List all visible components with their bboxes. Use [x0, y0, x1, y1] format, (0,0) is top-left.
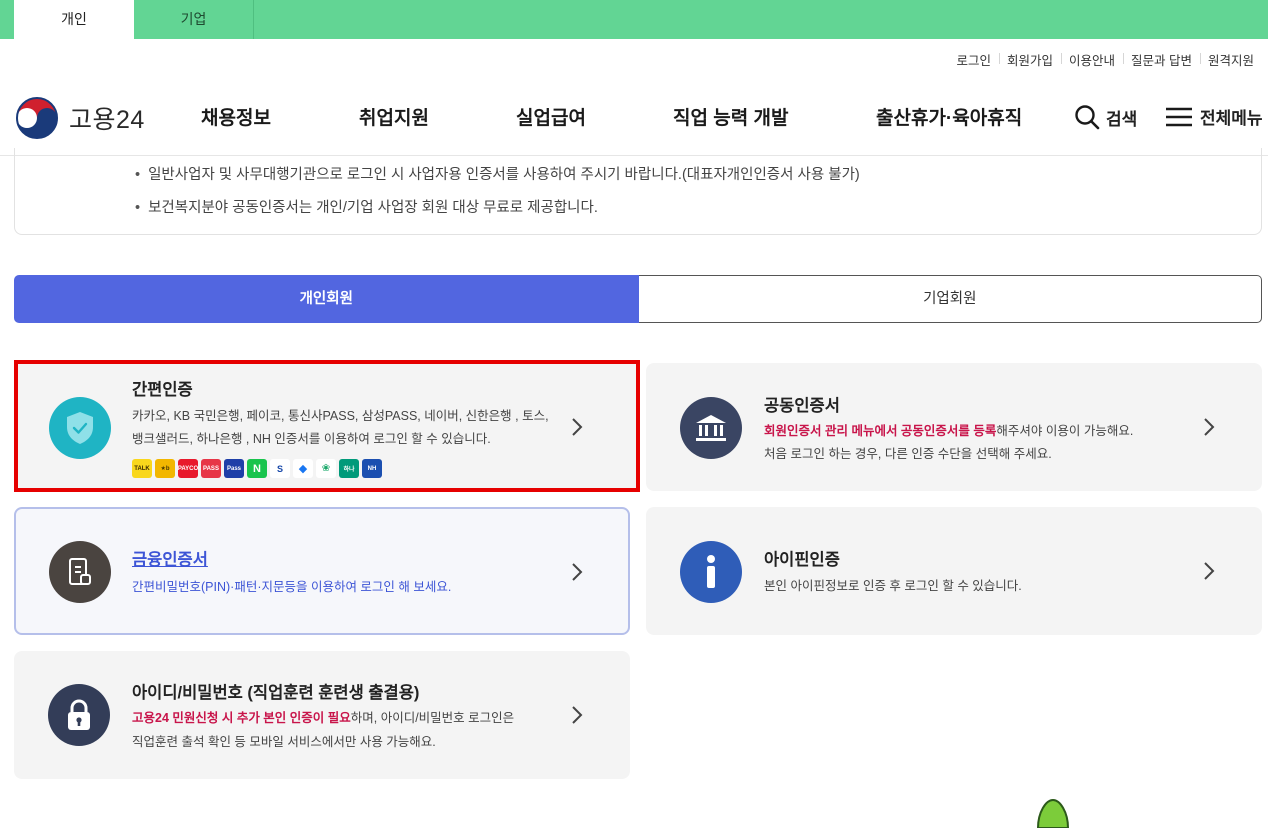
naver-logo-icon: N [247, 459, 267, 478]
id-password-desc-line1: 고용24 민원신청 시 추가 본인 인증이 필요하며, 아이디/비밀번호 로그인… [132, 711, 515, 725]
id-password-title: 아이디/비밀번호 (직업훈련 훈련생 출결용) [132, 684, 420, 702]
info-icon [680, 541, 742, 603]
remote-support-link[interactable]: 원격지원 [1199, 50, 1262, 69]
joint-certificate-title: 공동인증서 [764, 397, 840, 415]
tab-business-member[interactable]: 기업회원 [638, 275, 1262, 323]
nav-unemployment-benefit[interactable]: 실업급여 [516, 103, 586, 130]
guide-link[interactable]: 이용안내 [1060, 50, 1123, 69]
nav-jobs[interactable]: 채용정보 [201, 103, 271, 130]
chevron-right-icon [1204, 562, 1215, 580]
kb-bank-logo-icon: ★b [155, 459, 175, 478]
provider-logos: TALK ★b PAYCO PASS Pass N S ◆ ❀ 하나 NH [132, 459, 382, 478]
shinhan-bank-logo-icon: S [270, 459, 290, 478]
mascot-leaf-icon [1036, 798, 1070, 828]
all-menu-label: 전체메뉴 [1200, 109, 1263, 128]
kakao-logo-icon: TALK [132, 459, 152, 478]
joint-certificate-desc-line2: 처음 로그인 하는 경우, 다른 인증 수단을 선택해 주세요. [764, 447, 1052, 461]
simple-auth-card[interactable]: 간편인증 카카오, KB 국민은행, 페이코, 통신사PASS, 삼성PASS,… [14, 360, 640, 492]
banksalad-logo-icon: ❀ [316, 459, 336, 478]
joint-certificate-desc-line1: 회원인증서 관리 메뉴에서 공동인증서를 등록해주셔야 이용이 가능해요. [764, 424, 1134, 438]
all-menu-button[interactable]: 전체메뉴 [1165, 104, 1263, 129]
login-link[interactable]: 로그인 [948, 50, 999, 69]
ipin-title: 아이핀인증 [764, 551, 840, 569]
nav-vocational-training[interactable]: 직업 능력 개발 [673, 103, 788, 130]
tab-personal-member[interactable]: 개인회원 [14, 275, 639, 323]
ipin-desc: 본인 아이핀정보로 인증 후 로그인 할 수 있습니다. [764, 579, 1022, 593]
nh-cert-logo-icon: NH [362, 459, 382, 478]
search-icon [1075, 105, 1100, 130]
simple-auth-title: 간편인증 [132, 381, 193, 399]
ipin-auth-card[interactable]: 아이핀인증 본인 아이핀정보로 인증 후 로그인 할 수 있습니다. [646, 507, 1262, 635]
financial-certificate-desc: 간편비밀번호(PIN)·패턴·지문등을 이용하여 로그인 해 보세요. [132, 580, 452, 594]
financial-certificate-title: 금융인증서 [132, 551, 208, 569]
login-notice-box: 일반사업자 및 사무대행기관으로 로그인 시 사업자용 인증서를 사용하여 주시… [14, 148, 1262, 235]
site-logo[interactable]: 고용24 [15, 96, 145, 140]
member-type-tabs: 개인회원 기업회원 [14, 275, 1262, 323]
chevron-right-icon [1204, 418, 1215, 436]
main-header: 고용24 채용정보 취업지원 실업급여 직업 능력 개발 출산휴가·육아휴직 검… [0, 80, 1268, 156]
nav-maternity-parental-leave[interactable]: 출산휴가·육아휴직 [876, 103, 1022, 130]
qna-link[interactable]: 질문과 답변 [1123, 50, 1200, 69]
search-button[interactable]: 검색 [1074, 104, 1137, 130]
simple-auth-desc-line1: 카카오, KB 국민은행, 페이코, 통신사PASS, 삼성PASS, 네이버,… [132, 409, 549, 423]
tab-business-user[interactable]: 기업 [134, 0, 254, 39]
hamburger-icon [1166, 107, 1192, 126]
notice-item: 일반사업자 및 사무대행기관으로 로그인 시 사업자용 인증서를 사용하여 주시… [135, 163, 860, 184]
id-password-card[interactable]: 아이디/비밀번호 (직업훈련 훈련생 출결용) 고용24 민원신청 시 추가 본… [14, 651, 630, 779]
taegeuk-emblem-icon [16, 97, 58, 139]
search-label: 검색 [1106, 109, 1138, 129]
pass-logo-icon: PASS [201, 459, 221, 478]
signup-link[interactable]: 회원가입 [998, 50, 1061, 69]
utility-links: 로그인 회원가입 이용안내 질문과 답변 원격지원 [948, 50, 1262, 69]
shield-check-icon [49, 397, 111, 459]
logo-text: 고용24 [69, 106, 145, 134]
joint-certificate-card[interactable]: 공동인증서 회원인증서 관리 메뉴에서 공동인증서를 등록해주셔야 이용이 가능… [646, 363, 1262, 491]
document-icon [49, 541, 111, 603]
notice-item: 보건복지분야 공동인증서는 개인/기업 사업장 회원 대상 무료로 제공합니다. [135, 196, 598, 217]
lock-icon [48, 684, 110, 746]
simple-auth-desc-line2: 뱅크샐러드, 하나은행 , NH 인증서를 이용하여 로그인 할 수 있습니다. [132, 432, 491, 446]
tab-personal-user[interactable]: 개인 [14, 0, 134, 39]
nav-employment-support[interactable]: 취업지원 [359, 103, 429, 130]
chevron-right-icon [572, 563, 583, 581]
payco-logo-icon: PAYCO [178, 459, 198, 478]
chevron-right-icon [572, 418, 583, 436]
hana-bank-logo-icon: 하나 [339, 459, 359, 478]
bank-building-icon [680, 397, 742, 459]
chevron-right-icon [572, 706, 583, 724]
id-password-desc-line2: 직업훈련 출석 확인 등 모바일 서비스에서만 사용 가능해요. [132, 735, 436, 749]
samsung-pass-logo-icon: Pass [224, 459, 244, 478]
toss-logo-icon: ◆ [293, 459, 313, 478]
financial-certificate-card[interactable]: 금융인증서 간편비밀번호(PIN)·패턴·지문등을 이용하여 로그인 해 보세요… [14, 507, 630, 635]
usertype-bar: 개인 기업 [0, 0, 1268, 39]
